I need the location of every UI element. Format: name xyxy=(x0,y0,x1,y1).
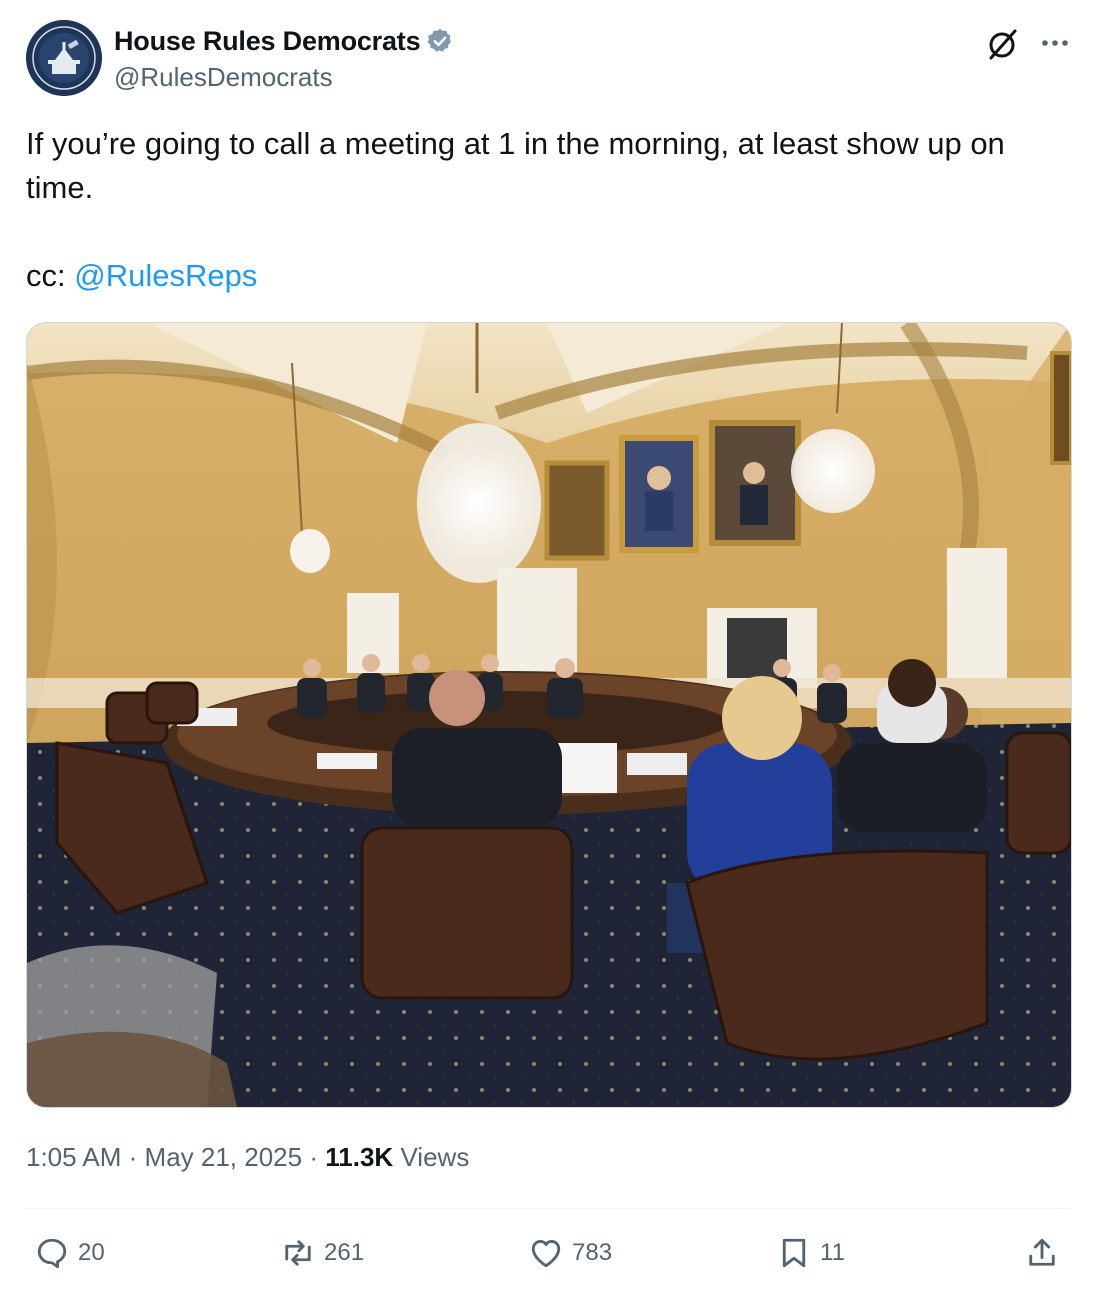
tweet-media-photo[interactable] xyxy=(26,322,1072,1108)
verified-badge-icon[interactable] xyxy=(426,27,454,55)
committee-room-photo xyxy=(27,323,1071,1107)
tweet-time[interactable]: 1:05 AM xyxy=(26,1142,121,1172)
repost-button[interactable]: 261 xyxy=(280,1226,364,1280)
divider xyxy=(26,1208,1070,1209)
tweet-text: If you’re going to call a meeting at 1 i… xyxy=(26,122,1066,298)
bookmark-count: 11 xyxy=(820,1239,845,1266)
mention-link[interactable]: @RulesReps xyxy=(74,258,257,293)
heart-icon xyxy=(531,1240,561,1268)
cc-line: cc: @RulesReps xyxy=(26,254,1066,298)
reply-button[interactable]: 20 xyxy=(34,1226,105,1280)
tweet-text-line: If you’re going to call a meeting at 1 i… xyxy=(26,126,1005,205)
tweet-header: House Rules Democrats @RulesDemocrats xyxy=(26,20,1071,100)
repost-icon xyxy=(285,1240,311,1266)
meta-separator: · xyxy=(309,1142,319,1172)
reply-count: 20 xyxy=(78,1239,105,1266)
share-button[interactable] xyxy=(1024,1226,1060,1280)
more-options-icon[interactable] xyxy=(1039,28,1071,58)
grok-icon[interactable] xyxy=(985,26,1021,62)
meta-separator: · xyxy=(128,1142,138,1172)
views-count: 11.3K xyxy=(325,1142,394,1172)
author-names: House Rules Democrats @RulesDemocrats xyxy=(114,24,454,93)
display-name[interactable]: House Rules Democrats xyxy=(114,26,421,57)
reply-icon xyxy=(37,1238,67,1269)
tweet-meta: 1:05 AM · May 21, 2025 · 11.3K Views xyxy=(26,1142,469,1173)
author-handle[interactable]: @RulesDemocrats xyxy=(114,62,454,93)
avatar[interactable] xyxy=(26,20,102,96)
action-bar: 20 261 783 11 xyxy=(26,1226,1070,1280)
cc-prefix: cc: xyxy=(26,258,66,293)
like-count: 783 xyxy=(572,1239,613,1266)
views-label: Views xyxy=(400,1142,470,1172)
repost-count: 261 xyxy=(324,1239,365,1266)
bookmark-button[interactable]: 11 xyxy=(776,1226,845,1280)
tweet-date[interactable]: May 21, 2025 xyxy=(145,1142,303,1172)
bookmark-icon xyxy=(782,1238,806,1268)
like-button[interactable]: 783 xyxy=(528,1226,612,1280)
share-icon xyxy=(1029,1238,1055,1266)
capitol-seal-icon xyxy=(26,20,102,96)
